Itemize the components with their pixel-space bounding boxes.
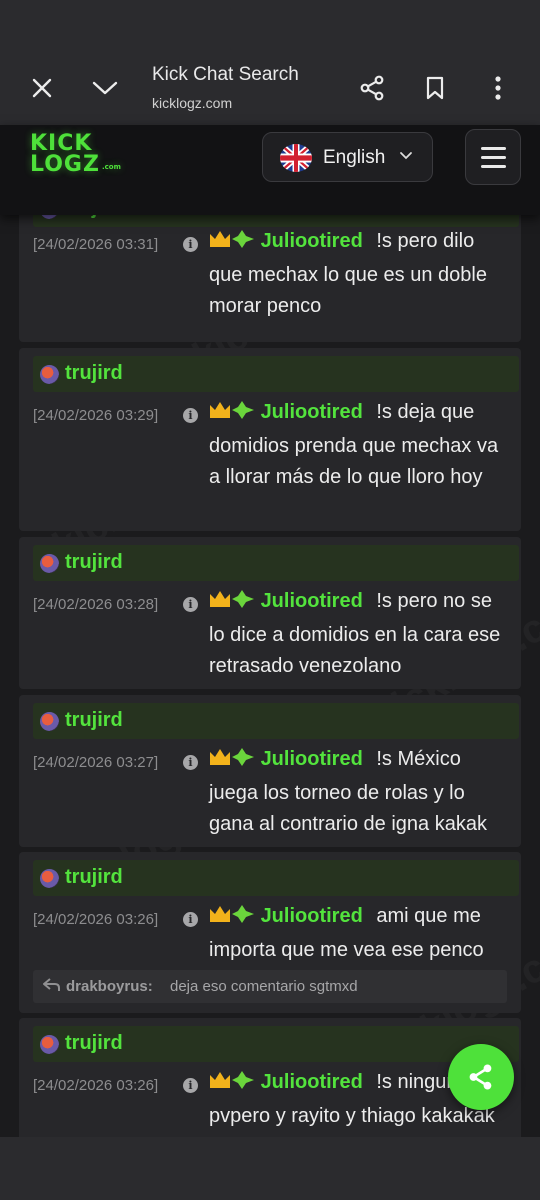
system-nav-bar <box>0 1137 540 1200</box>
message-timestamp: [24/02/2026 03:26] <box>33 911 159 928</box>
username[interactable]: Juliootired <box>261 748 363 770</box>
logo-line-2-text: LOGZ <box>30 152 100 177</box>
username[interactable]: Juliootired <box>261 1071 363 1093</box>
channel-avatar <box>40 1035 59 1054</box>
message-timestamp: [24/02/2026 03:29] <box>33 407 159 424</box>
reply-context[interactable]: drakboyrus: deja eso comentario sgtmxd <box>33 970 507 1003</box>
channel-name: trujird <box>65 551 123 573</box>
user-badges <box>209 1069 255 1101</box>
close-tab-button[interactable] <box>22 68 62 108</box>
message-body: Juliootired !s pero dilo que mechax lo q… <box>209 226 509 323</box>
language-selector[interactable]: English <box>262 132 433 182</box>
channel-avatar <box>40 554 59 573</box>
share-icon <box>469 1064 492 1090</box>
hamburger-icon-line-3 <box>481 165 506 168</box>
close-icon <box>32 78 52 98</box>
user-badges <box>209 399 255 431</box>
channel-name: trujird <box>65 362 123 384</box>
info-icon[interactable]: i <box>183 1078 198 1093</box>
info-icon[interactable]: i <box>183 408 198 423</box>
reply-icon <box>43 978 60 991</box>
channel-name: trujird <box>65 1032 123 1054</box>
share-fab-button[interactable] <box>448 1044 514 1110</box>
message-timestamp: [24/02/2026 03:28] <box>33 596 159 613</box>
info-icon[interactable]: i <box>183 755 198 770</box>
crown-badge-icon <box>210 401 254 419</box>
user-badges <box>209 903 255 935</box>
channel-avatar <box>40 365 59 384</box>
uk-flag-icon <box>280 144 312 172</box>
info-icon[interactable]: i <box>183 597 198 612</box>
channel-avatar <box>40 712 59 731</box>
channel-avatar <box>40 869 59 888</box>
chat-message-card: trujird [24/02/2026 03:26] i Juliootired… <box>19 1018 521 1137</box>
message-timestamp: [24/02/2026 03:27] <box>33 754 159 771</box>
minimize-button[interactable] <box>85 68 125 108</box>
site-header: KICK LOGZ .com English <box>0 125 540 215</box>
user-badges <box>209 588 255 620</box>
reply-text: deja eso comentario sgtmxd <box>170 978 358 995</box>
crown-badge-icon <box>210 1071 254 1089</box>
logo-line-2: LOGZ .com <box>30 152 121 180</box>
username[interactable]: Juliootired <box>261 905 363 927</box>
logo-line-1: KICK <box>30 131 93 156</box>
page-title: Kick Chat Search <box>152 64 299 85</box>
bookmark-icon <box>426 76 444 100</box>
chevron-down-icon <box>400 152 412 160</box>
channel-avatar <box>40 215 59 219</box>
site-logo[interactable]: KICK LOGZ .com <box>30 131 121 181</box>
message-body: Juliootired !s pero no se lo dice a domi… <box>209 586 509 683</box>
channel-bar[interactable]: trujird <box>33 356 519 392</box>
browser-toolbar: Kick Chat Search kicklogz.com <box>0 50 540 125</box>
share-icon <box>360 75 384 101</box>
reply-username: drakboyrus: <box>66 978 153 995</box>
chevron-down-icon <box>92 81 118 95</box>
chat-message-card: trujird [24/02/2026 03:31] i Juliootired… <box>19 215 521 342</box>
message-body: Juliootired ami que me importa que me ve… <box>209 901 509 966</box>
channel-name: trujird <box>65 215 123 220</box>
user-badges <box>209 228 255 260</box>
username[interactable]: Juliootired <box>261 401 363 423</box>
more-options-button[interactable] <box>478 68 518 108</box>
chat-message-card: trujird [24/02/2026 03:27] i Juliootired… <box>19 695 521 847</box>
message-timestamp: [24/02/2026 03:31] <box>33 236 159 253</box>
logo-suffix: .com <box>101 163 121 171</box>
crown-badge-icon <box>210 590 254 608</box>
more-vertical-icon <box>495 76 501 100</box>
message-timestamp: [24/02/2026 03:26] <box>33 1077 159 1094</box>
crown-badge-icon <box>210 230 254 248</box>
channel-name: trujird <box>65 866 123 888</box>
page-url: kicklogz.com <box>152 95 233 111</box>
message-body: Juliootired !s México juega los torneo d… <box>209 744 509 841</box>
channel-bar[interactable]: trujird <box>33 860 519 896</box>
username[interactable]: Juliootired <box>261 230 363 252</box>
crown-badge-icon <box>210 905 254 923</box>
user-badges <box>209 746 255 778</box>
channel-bar[interactable]: trujird <box>33 1026 519 1062</box>
channel-bar[interactable]: trujird <box>33 545 519 581</box>
chat-message-card: trujird [24/02/2026 03:29] i Juliootired… <box>19 348 521 531</box>
hamburger-icon-line-2 <box>481 156 506 159</box>
hamburger-icon-line-1 <box>481 147 506 150</box>
bookmark-button[interactable] <box>415 68 455 108</box>
status-bar <box>0 0 540 50</box>
info-icon[interactable]: i <box>183 912 198 927</box>
share-page-button[interactable] <box>352 68 392 108</box>
message-body: Juliootired !s deja que domidios prenda … <box>209 397 509 494</box>
crown-badge-icon <box>210 748 254 766</box>
username[interactable]: Juliootired <box>261 590 363 612</box>
language-label: English <box>323 147 386 168</box>
channel-bar[interactable]: trujird <box>33 703 519 739</box>
chat-message-card: trujird [24/02/2026 03:26] i Juliootired… <box>19 852 521 1013</box>
menu-button[interactable] <box>465 129 521 185</box>
chat-message-card: trujird [24/02/2026 03:28] i Juliootired… <box>19 537 521 689</box>
channel-name: trujird <box>65 709 123 731</box>
chat-results-list[interactable]: kicklogz.com kicklogz.com kicklogz.com k… <box>0 215 540 1137</box>
info-icon[interactable]: i <box>183 237 198 252</box>
